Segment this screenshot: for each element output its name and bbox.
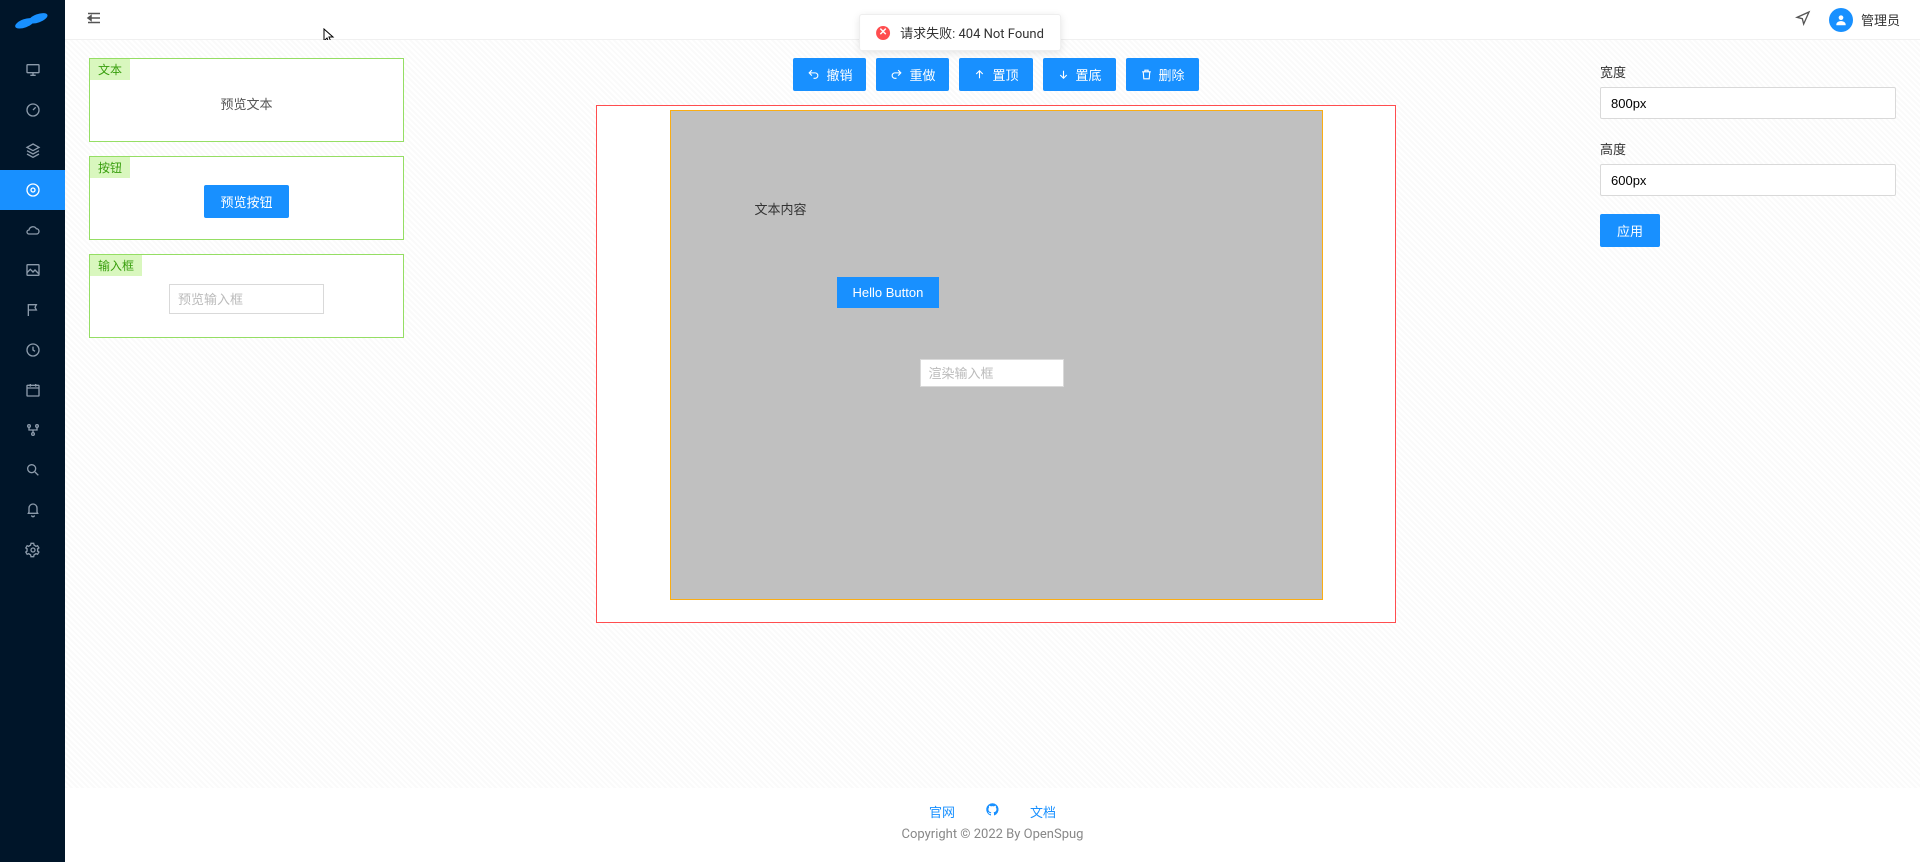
- avatar: [1829, 8, 1853, 32]
- nav-item-search[interactable]: [0, 450, 65, 490]
- nav-item-layers[interactable]: [0, 130, 65, 170]
- notification-icon[interactable]: [1795, 10, 1811, 30]
- component-palette: 文本 预览文本 按钮 预览按钮 输入框: [89, 58, 404, 788]
- close-icon: ✕: [876, 26, 890, 40]
- github-icon: [985, 802, 1000, 817]
- undo-icon: [807, 68, 820, 81]
- apply-button[interactable]: 应用: [1600, 214, 1660, 247]
- properties-panel: 宽度 高度 应用: [1588, 58, 1908, 788]
- delete-label: 删除: [1159, 65, 1185, 84]
- canvas-outer[interactable]: 文本内容 Hello Button: [596, 105, 1396, 623]
- send-bottom-button[interactable]: 置底: [1043, 58, 1116, 91]
- nav-item-editor[interactable]: [0, 170, 65, 210]
- footer-link-docs[interactable]: 文档: [1030, 802, 1056, 821]
- footer-link-github[interactable]: [985, 802, 1000, 821]
- nav-item-alert[interactable]: [0, 490, 65, 530]
- width-input[interactable]: [1600, 87, 1896, 119]
- palette-text-preview: 预览文本: [220, 94, 272, 113]
- footer-copyright: Copyright © 2022 By OpenSpug: [65, 827, 1920, 842]
- canvas-toolbar: 撤销 重做 置顶 置底: [793, 58, 1198, 91]
- side-nav: [0, 0, 65, 862]
- palette-text-tag: 文本: [90, 59, 130, 80]
- user-menu[interactable]: 管理员: [1829, 8, 1900, 32]
- menu-toggle-icon[interactable]: [85, 9, 103, 31]
- height-input[interactable]: [1600, 164, 1896, 196]
- user-label: 管理员: [1861, 10, 1900, 29]
- canvas-inner[interactable]: 文本内容 Hello Button: [670, 110, 1323, 600]
- canvas-button-element[interactable]: Hello Button: [837, 277, 940, 308]
- footer-link-site[interactable]: 官网: [929, 802, 955, 821]
- canvas-input-element[interactable]: [920, 359, 1064, 387]
- bottom-label: 置底: [1076, 65, 1102, 84]
- canvas-column: 撤销 重做 置顶 置底: [414, 58, 1578, 788]
- nav-item-clock[interactable]: [0, 330, 65, 370]
- toast-message: 请求失败: 404 Not Found: [900, 23, 1044, 42]
- canvas-text-element[interactable]: 文本内容: [755, 199, 807, 218]
- nav-item-calendar[interactable]: [0, 370, 65, 410]
- nav-item-desktop[interactable]: [0, 50, 65, 90]
- delete-button[interactable]: 删除: [1126, 58, 1199, 91]
- trash-icon: [1140, 68, 1153, 81]
- palette-button-tag: 按钮: [90, 157, 130, 178]
- footer: 官网 文档 Copyright © 2022 By OpenSpug: [65, 788, 1920, 862]
- width-label: 宽度: [1600, 62, 1896, 81]
- nav-item-dashboard[interactable]: [0, 90, 65, 130]
- error-toast: ✕ 请求失败: 404 Not Found: [859, 14, 1061, 51]
- redo-icon: [890, 68, 903, 81]
- redo-label: 重做: [909, 65, 935, 84]
- height-label: 高度: [1600, 139, 1896, 158]
- palette-button-card[interactable]: 按钮 预览按钮: [89, 156, 404, 240]
- palette-button-preview: 预览按钮: [204, 185, 288, 218]
- undo-label: 撤销: [826, 65, 852, 84]
- undo-button[interactable]: 撤销: [793, 58, 866, 91]
- logo: [0, 0, 65, 40]
- nav-item-flag[interactable]: [0, 290, 65, 330]
- nav-item-branch[interactable]: [0, 410, 65, 450]
- bring-top-button[interactable]: 置顶: [959, 58, 1032, 91]
- workspace: 文本 预览文本 按钮 预览按钮 输入框 撤销: [65, 40, 1920, 788]
- nav-item-cloud[interactable]: [0, 210, 65, 250]
- redo-button[interactable]: 重做: [876, 58, 949, 91]
- nav-item-image[interactable]: [0, 250, 65, 290]
- arrow-down-icon: [1057, 68, 1070, 81]
- palette-input-preview: [169, 284, 324, 314]
- palette-text-card[interactable]: 文本 预览文本: [89, 58, 404, 142]
- nav-item-settings[interactable]: [0, 530, 65, 570]
- palette-input-tag: 输入框: [90, 255, 142, 276]
- top-label: 置顶: [992, 65, 1018, 84]
- palette-input-card[interactable]: 输入框: [89, 254, 404, 338]
- arrow-up-icon: [973, 68, 986, 81]
